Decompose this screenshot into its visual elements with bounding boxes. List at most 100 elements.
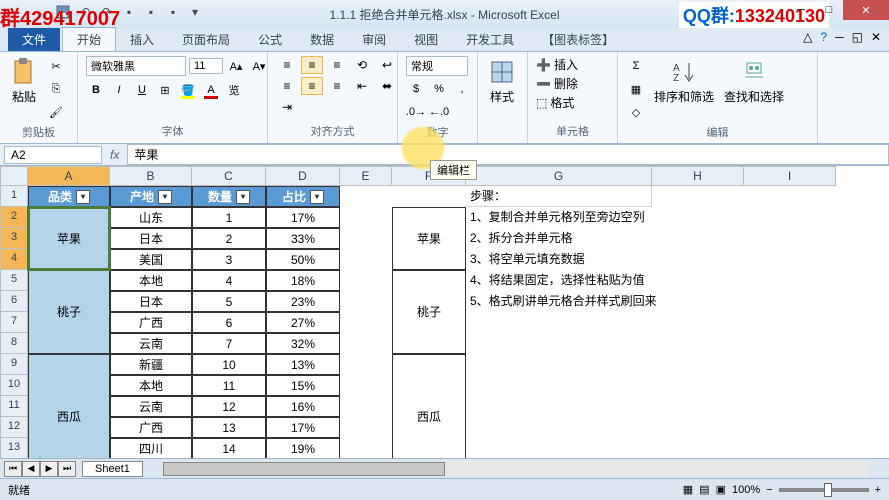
select-all-corner[interactable]	[0, 166, 28, 186]
data-cell[interactable]: 新疆	[110, 354, 192, 375]
data-cell[interactable]: 7	[192, 333, 266, 354]
col-header-E[interactable]: E	[340, 166, 392, 186]
category-cell[interactable]: 苹果	[28, 207, 110, 270]
data-cell[interactable]: 11	[192, 375, 266, 396]
tab-insert[interactable]: 插入	[116, 28, 168, 51]
data-cell[interactable]: 4	[192, 270, 266, 291]
data-cell[interactable]: 12	[192, 396, 266, 417]
sort-filter-button[interactable]: AZ 排序和筛选	[652, 56, 716, 107]
data-cell[interactable]: 19%	[266, 438, 340, 458]
category-cell[interactable]: 西瓜	[28, 354, 110, 458]
row-header-5[interactable]: 5	[0, 270, 28, 291]
row-header-10[interactable]: 10	[0, 375, 28, 396]
data-cell[interactable]: 云南	[110, 333, 192, 354]
data-cell[interactable]: 广西	[110, 417, 192, 438]
font-size-select[interactable]: 11	[189, 58, 223, 74]
sheet-nav-first[interactable]: ⏮	[4, 461, 22, 477]
bold-button[interactable]: B	[86, 80, 106, 100]
zoom-thumb[interactable]	[824, 483, 832, 497]
phonetic-button[interactable]: 览	[224, 80, 244, 100]
data-cell[interactable]: 15%	[266, 375, 340, 396]
data-cell[interactable]: 日本	[110, 228, 192, 249]
align-right-icon[interactable]: ≡	[326, 77, 348, 95]
row-header-1[interactable]: 1	[0, 186, 28, 207]
grow-font-icon[interactable]: A▴	[226, 56, 246, 76]
data-cell[interactable]: 13%	[266, 354, 340, 375]
dec-decimal-icon[interactable]: ←.0	[429, 102, 449, 122]
align-top-icon[interactable]: ≡	[276, 56, 298, 74]
worksheet-grid[interactable]: ABCDEFGHI 12345678910111213141516 品类▾产地▾…	[0, 166, 889, 458]
tab-formulas[interactable]: 公式	[244, 28, 296, 51]
row-header-9[interactable]: 9	[0, 354, 28, 375]
sheet-nav-next[interactable]: ▶	[40, 461, 58, 477]
delete-cells-button[interactable]: ➖删除	[536, 75, 578, 92]
filter-button[interactable]: ▾	[76, 190, 90, 204]
tab-data[interactable]: 数据	[296, 28, 348, 51]
row-header-12[interactable]: 12	[0, 417, 28, 438]
tab-view[interactable]: 视图	[400, 28, 452, 51]
orientation-icon[interactable]: ⟲	[351, 56, 373, 74]
currency-icon[interactable]: $	[406, 79, 426, 99]
italic-button[interactable]: I	[109, 80, 129, 100]
row-header-11[interactable]: 11	[0, 396, 28, 417]
clear-icon[interactable]: ◇	[626, 102, 646, 122]
data-cell[interactable]: 14	[192, 438, 266, 458]
category-cell[interactable]: 桃子	[28, 270, 110, 354]
data-cell[interactable]: 云南	[110, 396, 192, 417]
sheet-nav-prev[interactable]: ◀	[22, 461, 40, 477]
qat-icon[interactable]: ▪	[143, 4, 159, 20]
scrollbar-thumb[interactable]	[163, 462, 445, 476]
data-cell[interactable]: 美国	[110, 249, 192, 270]
close-button[interactable]: ✕	[843, 0, 889, 20]
data-cell[interactable]: 27%	[266, 312, 340, 333]
data-cell[interactable]: 50%	[266, 249, 340, 270]
underline-button[interactable]: U	[132, 80, 152, 100]
format-painter-icon[interactable]: 🖌	[46, 102, 66, 122]
format-cells-button[interactable]: ⬚格式	[536, 94, 574, 111]
percent-icon[interactable]: %	[429, 79, 449, 99]
aux-category-cell[interactable]: 西瓜	[392, 354, 466, 458]
col-header-G[interactable]: G	[466, 166, 652, 186]
indent-inc-icon[interactable]: ⇥	[276, 98, 298, 116]
find-select-button[interactable]: 查找和选择	[722, 56, 786, 107]
align-left-icon[interactable]: ≡	[276, 77, 298, 95]
row-header-7[interactable]: 7	[0, 312, 28, 333]
data-cell[interactable]: 日本	[110, 291, 192, 312]
minimize-button[interactable]: ─	[787, 0, 815, 20]
data-cell[interactable]: 13	[192, 417, 266, 438]
font-name-select[interactable]: 微软雅黑	[86, 56, 186, 76]
data-cell[interactable]: 17%	[266, 417, 340, 438]
tab-chart-labels[interactable]: 【图表标签】	[528, 28, 628, 51]
zoom-out-button[interactable]: −	[766, 484, 772, 496]
data-cell[interactable]: 本地	[110, 270, 192, 291]
data-cell[interactable]: 18%	[266, 270, 340, 291]
data-cell[interactable]: 1	[192, 207, 266, 228]
data-cell[interactable]: 5	[192, 291, 266, 312]
data-cell[interactable]: 33%	[266, 228, 340, 249]
cut-icon[interactable]: ✂	[46, 56, 66, 76]
view-break-icon[interactable]: ▣	[716, 483, 726, 496]
fill-icon[interactable]: ▦	[626, 79, 646, 99]
font-color-button[interactable]: A	[201, 80, 221, 100]
tab-developer[interactable]: 开发工具	[452, 28, 528, 51]
comma-icon[interactable]: ,	[452, 79, 472, 99]
col-header-D[interactable]: D	[266, 166, 340, 186]
wrap-text-icon[interactable]: ↩	[376, 56, 398, 74]
aux-category-cell[interactable]: 苹果	[392, 207, 466, 270]
styles-button[interactable]: 样式	[486, 56, 518, 107]
data-cell[interactable]: 山东	[110, 207, 192, 228]
help-icon[interactable]: ?	[820, 30, 827, 44]
fx-label[interactable]: fx	[102, 148, 127, 162]
view-normal-icon[interactable]: ▦	[683, 483, 693, 496]
view-page-icon[interactable]: ▤	[699, 483, 709, 496]
merge-cells-icon[interactable]: ⬌	[376, 77, 398, 95]
insert-cells-button[interactable]: ➕插入	[536, 56, 578, 73]
data-cell[interactable]: 四川	[110, 438, 192, 458]
row-header-8[interactable]: 8	[0, 333, 28, 354]
name-box[interactable]: A2	[4, 146, 102, 164]
align-middle-icon[interactable]: ≡	[301, 56, 323, 74]
row-header-4[interactable]: 4	[0, 249, 28, 270]
col-header-C[interactable]: C	[192, 166, 266, 186]
doc-restore-icon[interactable]: ◱	[852, 30, 863, 44]
col-header-H[interactable]: H	[652, 166, 744, 186]
